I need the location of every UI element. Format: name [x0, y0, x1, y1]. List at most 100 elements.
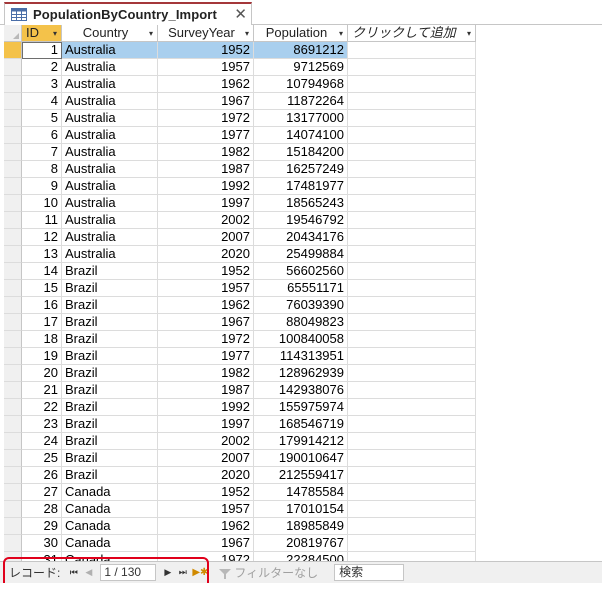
cell-add[interactable]: [348, 280, 476, 297]
record-selector[interactable]: [4, 501, 22, 518]
cell-country[interactable]: Australia: [62, 212, 158, 229]
record-selector[interactable]: [4, 178, 22, 195]
record-selector[interactable]: [4, 42, 22, 59]
table-row[interactable]: 28 Canada 1957 17010154: [4, 501, 476, 518]
cell-id[interactable]: 4: [22, 93, 62, 110]
cell-id[interactable]: 6: [22, 127, 62, 144]
table-row[interactable]: 2 Australia 1957 9712569: [4, 59, 476, 76]
cell-id[interactable]: 18: [22, 331, 62, 348]
cell-country[interactable]: Australia: [62, 178, 158, 195]
table-row[interactable]: 19 Brazil 1977 114313951: [4, 348, 476, 365]
cell-id[interactable]: 25: [22, 450, 62, 467]
cell-pop[interactable]: 25499884: [254, 246, 348, 263]
cell-year[interactable]: 1972: [158, 552, 254, 561]
cell-pop[interactable]: 20819767: [254, 535, 348, 552]
cell-pop[interactable]: 88049823: [254, 314, 348, 331]
record-selector[interactable]: [4, 552, 22, 561]
document-tab[interactable]: PopulationByCountry_Import ✕: [4, 2, 252, 26]
cell-year[interactable]: 1972: [158, 110, 254, 127]
table-row[interactable]: 23 Brazil 1997 168546719: [4, 416, 476, 433]
cell-add[interactable]: [348, 212, 476, 229]
cell-year[interactable]: 1962: [158, 518, 254, 535]
cell-add[interactable]: [348, 76, 476, 93]
table-row[interactable]: 31 Canada 1972 22284500: [4, 552, 476, 561]
cell-id[interactable]: 14: [22, 263, 62, 280]
cell-year[interactable]: 1962: [158, 76, 254, 93]
cell-add[interactable]: [348, 535, 476, 552]
cell-year[interactable]: 1977: [158, 348, 254, 365]
cell-pop[interactable]: 56602560: [254, 263, 348, 280]
cell-id[interactable]: 30: [22, 535, 62, 552]
cell-pop[interactable]: 19546792: [254, 212, 348, 229]
cell-add[interactable]: [348, 314, 476, 331]
cell-pop[interactable]: 14785584: [254, 484, 348, 501]
cell-country[interactable]: Canada: [62, 501, 158, 518]
cell-country[interactable]: Brazil: [62, 365, 158, 382]
cell-year[interactable]: 1957: [158, 280, 254, 297]
cell-id[interactable]: 15: [22, 280, 62, 297]
cell-country[interactable]: Australia: [62, 110, 158, 127]
record-selector[interactable]: [4, 229, 22, 246]
record-selector[interactable]: [4, 365, 22, 382]
table-row[interactable]: 14 Brazil 1952 56602560: [4, 263, 476, 280]
sort-dropdown-icon[interactable]: ▾: [149, 25, 153, 41]
table-row[interactable]: 7 Australia 1982 15184200: [4, 144, 476, 161]
cell-country[interactable]: Australia: [62, 42, 158, 59]
record-selector[interactable]: [4, 433, 22, 450]
table-row[interactable]: 1 Australia 1952 8691212: [4, 42, 476, 59]
sort-dropdown-icon[interactable]: ▾: [245, 25, 249, 41]
record-selector[interactable]: [4, 246, 22, 263]
cell-id[interactable]: 11: [22, 212, 62, 229]
cell-pop[interactable]: 11872264: [254, 93, 348, 110]
record-selector[interactable]: [4, 467, 22, 484]
table-row[interactable]: 22 Brazil 1992 155975974: [4, 399, 476, 416]
column-header-pop[interactable]: Population ▾: [254, 25, 348, 42]
close-icon[interactable]: ✕: [234, 7, 247, 23]
cell-year[interactable]: 1957: [158, 501, 254, 518]
table-row[interactable]: 12 Australia 2007 20434176: [4, 229, 476, 246]
cell-add[interactable]: [348, 365, 476, 382]
cell-country[interactable]: Australia: [62, 59, 158, 76]
cell-pop[interactable]: 18985849: [254, 518, 348, 535]
cell-add[interactable]: [348, 450, 476, 467]
table-row[interactable]: 21 Brazil 1987 142938076: [4, 382, 476, 399]
cell-pop[interactable]: 16257249: [254, 161, 348, 178]
cell-pop[interactable]: 15184200: [254, 144, 348, 161]
cell-year[interactable]: 1997: [158, 416, 254, 433]
cell-country[interactable]: Brazil: [62, 450, 158, 467]
cell-country[interactable]: Brazil: [62, 280, 158, 297]
cell-country[interactable]: Australia: [62, 93, 158, 110]
sort-dropdown-icon[interactable]: ▾: [53, 25, 57, 41]
cell-country[interactable]: Australia: [62, 127, 158, 144]
record-selector[interactable]: [4, 518, 22, 535]
cell-add[interactable]: [348, 161, 476, 178]
record-position-input[interactable]: 1 / 130: [100, 564, 157, 581]
cell-id[interactable]: 22: [22, 399, 62, 416]
cell-country[interactable]: Australia: [62, 195, 158, 212]
cell-add[interactable]: [348, 416, 476, 433]
cell-pop[interactable]: 190010647: [254, 450, 348, 467]
record-selector[interactable]: [4, 450, 22, 467]
cell-add[interactable]: [348, 93, 476, 110]
previous-record-icon[interactable]: ◀: [83, 567, 94, 578]
table-row[interactable]: 16 Brazil 1962 76039390: [4, 297, 476, 314]
table-row[interactable]: 20 Brazil 1982 128962939: [4, 365, 476, 382]
cell-year[interactable]: 1952: [158, 263, 254, 280]
cell-pop[interactable]: 142938076: [254, 382, 348, 399]
datasheet-grid[interactable]: ID ▾ Country ▾ SurveyYear ▾ Population ▾ クリックして追…: [4, 25, 602, 561]
table-row[interactable]: 4 Australia 1967 11872264: [4, 93, 476, 110]
cell-add[interactable]: [348, 59, 476, 76]
cell-country[interactable]: Brazil: [62, 263, 158, 280]
cell-id[interactable]: 10: [22, 195, 62, 212]
record-selector[interactable]: [4, 127, 22, 144]
cell-year[interactable]: 2020: [158, 246, 254, 263]
cell-add[interactable]: [348, 195, 476, 212]
table-row[interactable]: 24 Brazil 2002 179914212: [4, 433, 476, 450]
cell-id[interactable]: 7: [22, 144, 62, 161]
cell-country[interactable]: Brazil: [62, 348, 158, 365]
cell-id[interactable]: 23: [22, 416, 62, 433]
first-record-icon[interactable]: ⏮: [68, 567, 79, 578]
cell-add[interactable]: [348, 42, 476, 59]
table-row[interactable]: 18 Brazil 1972 100840058: [4, 331, 476, 348]
cell-id[interactable]: 13: [22, 246, 62, 263]
